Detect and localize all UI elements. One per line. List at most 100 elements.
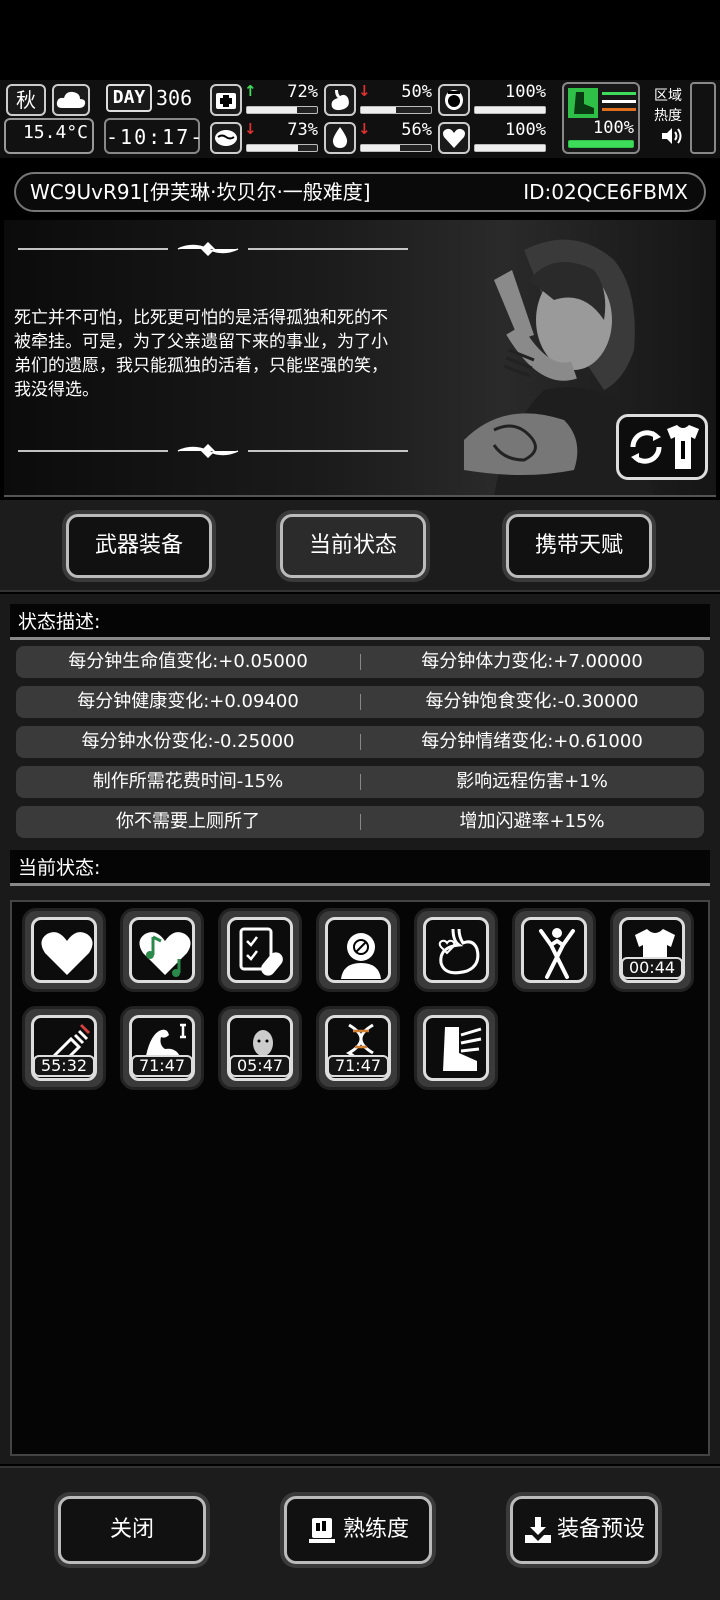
stat-arrow: ↑	[244, 82, 257, 100]
stat-bar	[246, 144, 318, 152]
head-no-icon	[341, 933, 381, 979]
stamina-bar	[568, 140, 634, 148]
thirst-stat: ↓ 56%	[324, 120, 434, 154]
stat-bar	[474, 106, 546, 114]
status-effect[interactable]: 00:44	[610, 908, 694, 992]
status-cell: 每分钟生命值变化:+0.05000	[68, 651, 308, 672]
equipment-preset-button[interactable]: 装备预设	[510, 1496, 658, 1564]
status-timer: 71:47	[131, 1055, 193, 1077]
status-effect[interactable]: 71:47	[120, 1006, 204, 1090]
character-portrait-panel: 死亡并不可怕，比死更可怕的是活得孤独和死的不被牵挂。可是，为了父亲遗留下来的事业…	[4, 220, 716, 497]
stamina-line-white	[602, 100, 636, 103]
status-cell: 每分钟情绪变化:+0.61000	[421, 731, 643, 752]
stat-bar	[474, 144, 546, 152]
medkit-icon	[210, 84, 242, 116]
status-description-header: 状态描述:	[10, 604, 710, 640]
water-drop-icon	[324, 122, 356, 154]
stamina-line-green	[602, 92, 636, 95]
stomach-icon	[324, 84, 356, 116]
refresh-shirt-icon	[630, 425, 699, 469]
bottom-bar: 关闭 熟练度 装备预设	[0, 1466, 720, 1600]
status-effect[interactable]	[414, 908, 498, 992]
boot-icon	[568, 88, 598, 118]
status-row: 每分钟生命值变化:+0.05000 每分钟体力变化:+7.00000	[16, 646, 704, 678]
stat-arrow: ↓	[358, 120, 371, 138]
status-effect[interactable]	[218, 908, 302, 992]
hunger-stat: ↓ 50%	[324, 82, 434, 116]
health-stat: ↑ 72%	[210, 82, 320, 116]
sanity-stat: ↓ 73%	[210, 120, 320, 154]
brain-icon	[210, 122, 242, 154]
character-quote: 死亡并不可怕，比死更可怕的是活得孤独和死的不被牵挂。可是，为了父亲遗留下来的事业…	[14, 308, 388, 400]
status-cell: 影响远程伤害+1%	[456, 771, 608, 792]
status-cell: 每分钟饱食变化:-0.30000	[425, 691, 639, 712]
status-effect[interactable]: 71:47	[316, 1006, 400, 1090]
stat-bar	[246, 106, 318, 114]
status-effect[interactable]	[120, 908, 204, 992]
character-name: WC9UvR91[伊芙琳·坎贝尔·一般难度]	[30, 180, 371, 204]
status-timer: 55:32	[33, 1055, 95, 1077]
heart-icon	[438, 122, 470, 154]
close-button[interactable]: 关闭	[58, 1496, 206, 1564]
download-tray-icon	[524, 1517, 551, 1543]
medical-report-icon	[239, 927, 283, 976]
toilet-stat: 100%	[438, 82, 548, 116]
tab-bar: 武器装备 当前状态 携带天赋	[0, 500, 720, 592]
day-label: DAY	[106, 84, 152, 112]
status-cell: 你不需要上厕所了	[116, 811, 260, 832]
status-effect[interactable]	[512, 908, 596, 992]
status-timer: 05:47	[229, 1055, 291, 1077]
stretch-figure-icon	[539, 928, 575, 979]
status-row: 每分钟水份变化:-0.25000 每分钟情绪变化:+0.61000	[16, 726, 704, 758]
tab-current-status[interactable]: 当前状态	[280, 514, 426, 578]
game-clock: -10:17-	[104, 118, 202, 154]
ornament-divider	[18, 242, 408, 256]
stamina-panel: 100%	[562, 82, 640, 154]
outfit-swap-button[interactable]	[616, 414, 708, 480]
tab-weapons[interactable]: 武器装备	[66, 514, 212, 578]
status-effect[interactable]	[414, 1006, 498, 1090]
stat-percent: 50%	[401, 82, 432, 102]
region-heat-label: 区域热度	[654, 88, 682, 124]
stat-arrow: ↓	[358, 82, 371, 100]
character-title-bar: WC9UvR91[伊芙琳·坎贝尔·一般难度] ID:02QCE6FBMX	[14, 172, 706, 212]
music-heart-icon	[139, 932, 191, 977]
status-hud: 秋 15.4°C DAY 306 -10:17- ↑ 72% ↓ 50% 100…	[0, 80, 720, 158]
tab-talents[interactable]: 携带天赋	[506, 514, 652, 578]
close-label: 关闭	[109, 1517, 154, 1542]
temperature-readout: 15.4°C	[4, 118, 94, 154]
status-row: 你不需要上厕所了 增加闪避率+15%	[16, 806, 704, 838]
stomach-heart-icon	[438, 928, 480, 975]
status-effect[interactable]: 05:47	[218, 1006, 302, 1090]
stat-bar	[360, 144, 432, 152]
stat-bar	[360, 106, 432, 114]
stat-arrow: ↓	[244, 120, 257, 138]
ornament-divider	[18, 444, 408, 458]
status-effect[interactable]	[22, 908, 106, 992]
toilet-icon	[438, 84, 470, 116]
current-status-header: 当前状态:	[10, 850, 710, 886]
status-cell: 每分钟水份变化:-0.25000	[81, 731, 295, 752]
stat-percent: 100%	[505, 82, 546, 102]
status-timer: 71:47	[327, 1055, 389, 1077]
status-cell: 制作所需花费时间-15%	[92, 771, 284, 792]
status-cell: 每分钟体力变化:+7.00000	[421, 651, 643, 672]
status-row: 每分钟健康变化:+0.09400 每分钟饱食变化:-0.30000	[16, 686, 704, 718]
stamina-line-orange	[602, 108, 636, 111]
region-heat-meter	[690, 82, 716, 154]
proficiency-label: 熟练度	[342, 1517, 409, 1542]
proficiency-button[interactable]: 熟练度	[284, 1496, 432, 1564]
status-cell: 每分钟健康变化:+0.09400	[77, 691, 299, 712]
preset-label: 装备预设	[556, 1517, 645, 1542]
status-effect[interactable]	[316, 908, 400, 992]
status-effect[interactable]: 55:32	[22, 1006, 106, 1090]
speaker-icon[interactable]	[660, 126, 684, 150]
status-row: 制作所需花费时间-15% 影响远程伤害+1%	[16, 766, 704, 798]
book-badge-icon	[308, 1518, 335, 1543]
status-panel: 状态描述: 每分钟生命值变化:+0.05000 每分钟体力变化:+7.00000 …	[0, 594, 720, 1464]
stat-percent: 72%	[287, 82, 318, 102]
status-cell: 增加闪避率+15%	[459, 811, 605, 832]
winged-boot-icon	[443, 1027, 482, 1071]
player-id: ID:02QCE6FBMX	[523, 180, 688, 204]
status-icon-grid: 00:44 55:32 71:47 05:47 71:47	[10, 900, 710, 1456]
